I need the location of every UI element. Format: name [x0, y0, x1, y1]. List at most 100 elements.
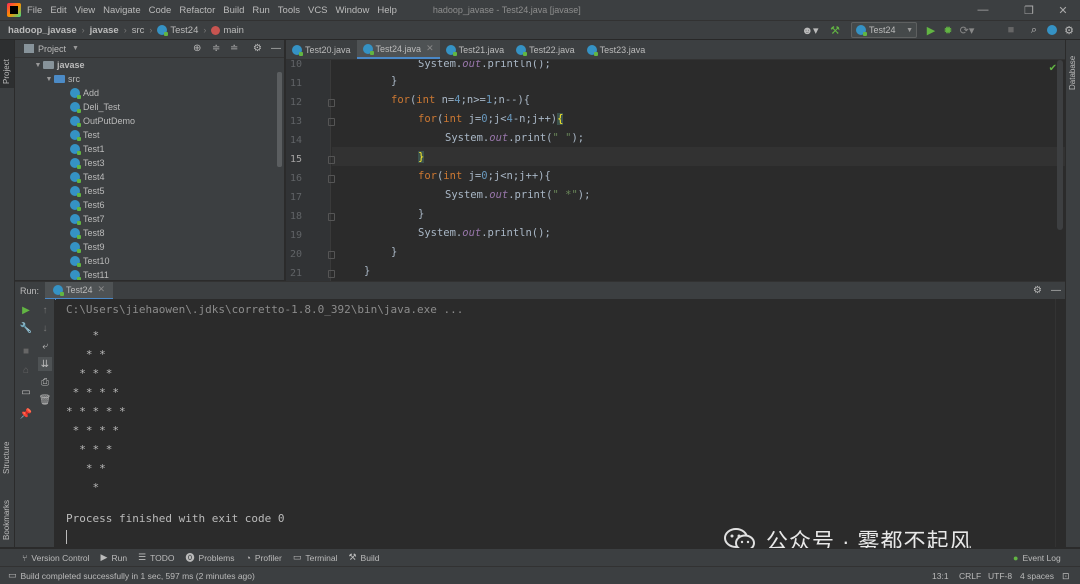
breadcrumb-src[interactable]: src	[132, 25, 145, 36]
tree-file[interactable]: Test11	[70, 268, 284, 280]
menu-build[interactable]: Build	[223, 5, 244, 16]
down-arrow-icon[interactable]: ↓	[38, 321, 52, 335]
stop-icon[interactable]: ■	[1005, 22, 1017, 38]
user-icon[interactable]: ☻▾	[800, 22, 820, 38]
menu-code[interactable]: Code	[149, 5, 172, 16]
menu-edit[interactable]: Edit	[50, 5, 66, 16]
tool-build[interactable]: ⚒ Build	[348, 552, 379, 563]
scroll-to-end-icon[interactable]: ⇊	[38, 357, 52, 371]
line-separator[interactable]: CRLF	[959, 567, 981, 584]
project-view-select[interactable]: Project	[38, 44, 66, 54]
restore-button[interactable]: ❐	[1012, 0, 1046, 20]
tool-terminal[interactable]: ▭ Terminal	[293, 552, 338, 563]
tree-file[interactable]: Deli_Test	[70, 100, 284, 114]
tab-test21[interactable]: Test21.java	[440, 40, 511, 59]
hammer-icon[interactable]: ⚒	[828, 22, 842, 38]
tree-file[interactable]: Test1	[70, 142, 284, 156]
bookmarks-tool-button[interactable]: Bookmarks	[2, 500, 11, 540]
tree-file[interactable]: Test6	[70, 198, 284, 212]
rerun-icon[interactable]: ▶	[19, 303, 33, 317]
tree-file[interactable]: Test7	[70, 212, 284, 226]
editor-scrollbar[interactable]	[1057, 60, 1063, 230]
expand-all-icon[interactable]: ≑	[212, 43, 220, 54]
fold-marker-icon[interactable]	[328, 175, 335, 183]
tool-event-log[interactable]: ● Event Log	[1013, 553, 1061, 563]
close-icon[interactable]: ✕	[426, 43, 434, 54]
collapse-all-icon[interactable]: ≐	[230, 43, 238, 54]
tab-test23[interactable]: Test23.java	[581, 40, 652, 59]
hide-icon[interactable]: —	[1051, 285, 1061, 296]
tree-file[interactable]: Test9	[70, 240, 284, 254]
menu-run[interactable]: Run	[252, 5, 269, 16]
wrench-icon[interactable]: 🔧	[19, 321, 33, 335]
tree-file[interactable]: Test8	[70, 226, 284, 240]
breadcrumb-class[interactable]: Test24	[157, 25, 198, 36]
menu-file[interactable]: File	[27, 5, 42, 16]
tool-run[interactable]: ▶ Run	[101, 552, 128, 563]
print-icon[interactable]: ⎙	[38, 375, 52, 389]
close-window-button[interactable]: ✕	[1046, 0, 1080, 20]
tool-problems[interactable]: ⓿ Problems	[186, 551, 235, 564]
update-icon[interactable]	[1046, 22, 1058, 38]
minimize-button[interactable]: —	[966, 0, 1000, 20]
tab-test22[interactable]: Test22.java	[510, 40, 581, 59]
tab-test24[interactable]: Test24.java ✕	[356, 40, 440, 59]
breadcrumb-module[interactable]: javase	[90, 25, 119, 36]
fold-marker-icon[interactable]	[328, 118, 335, 126]
stop-icon[interactable]: ■	[19, 344, 33, 358]
gear-icon[interactable]: ⚙	[1033, 285, 1042, 296]
tool-version-control[interactable]: ⑂ Version Control	[22, 553, 90, 563]
menu-window[interactable]: Window	[336, 5, 370, 16]
gear-icon[interactable]: ⚙	[253, 43, 262, 54]
search-everywhere-icon[interactable]: ⌕	[1028, 22, 1040, 38]
soft-wrap-icon[interactable]: ⤶	[38, 339, 52, 353]
fold-marker-icon[interactable]	[328, 156, 335, 164]
console-scrollbar[interactable]	[1055, 299, 1065, 547]
project-scrollbar[interactable]	[277, 72, 282, 167]
indent-setting[interactable]: 4 spaces	[1020, 567, 1054, 584]
tree-file[interactable]: Test4	[70, 170, 284, 184]
locate-icon[interactable]: ⊕	[193, 43, 201, 54]
fold-marker-icon[interactable]	[328, 213, 335, 221]
console-output[interactable]: C:\Users\jiehaowen\.jdks\corretto-1.8.0_…	[56, 299, 1065, 547]
tool-profiler[interactable]: ◔ Profiler	[245, 553, 281, 563]
chevron-down-icon[interactable]: ▼	[33, 62, 43, 69]
debug-icon[interactable]: ✹	[942, 22, 954, 38]
tree-module-javase[interactable]: ▼ javase	[33, 58, 284, 72]
run-icon[interactable]: ▶	[925, 22, 937, 38]
breadcrumb-project[interactable]: hadoop_javase	[8, 25, 77, 36]
settings-icon[interactable]: ⚙	[1063, 22, 1075, 38]
coverage-icon[interactable]: ⟳▾	[959, 22, 975, 38]
inspection-ok-icon[interactable]: ✔	[1049, 63, 1057, 74]
lock-icon[interactable]: ⊡	[1062, 567, 1070, 584]
tab-test20[interactable]: Test20.java	[286, 40, 357, 59]
menu-tools[interactable]: Tools	[278, 5, 300, 16]
code-editor[interactable]: 10 11 12 13 14 15 16 17 18 19 20 21 System.out.prin…	[286, 60, 1065, 281]
tree-file[interactable]: Test10	[70, 254, 284, 268]
tree-folder-src[interactable]: ▼ src	[33, 72, 284, 86]
tree-file[interactable]: Test3	[70, 156, 284, 170]
run-config-select[interactable]: Test24 ▼	[851, 22, 917, 38]
status-message[interactable]: Build completed successfully in 1 sec, 5…	[21, 571, 255, 581]
caret-position[interactable]: 13:1	[932, 567, 949, 584]
tree-file[interactable]: Test	[70, 128, 284, 142]
chevron-down-icon[interactable]: ▼	[72, 45, 79, 52]
breadcrumb-method[interactable]: main	[211, 25, 244, 36]
pin-icon[interactable]: 📌	[19, 407, 33, 421]
menu-navigate[interactable]: Navigate	[103, 5, 141, 16]
project-tool-button[interactable]: Project	[2, 59, 11, 84]
run-tab-test24[interactable]: Test24 ✕	[45, 281, 114, 300]
tree-file[interactable]: Add	[70, 86, 284, 100]
menu-view[interactable]: View	[75, 5, 95, 16]
tool-todo[interactable]: ☰ TODO	[138, 552, 174, 563]
up-arrow-icon[interactable]: ↑	[38, 303, 52, 317]
fold-marker-icon[interactable]	[328, 270, 335, 278]
trash-icon[interactable]: 🗑	[38, 393, 52, 407]
fold-marker-icon[interactable]	[328, 99, 335, 107]
tree-file[interactable]: OutPutDemo	[70, 114, 284, 128]
menu-help[interactable]: Help	[377, 5, 397, 16]
close-icon[interactable]: ✕	[98, 284, 106, 295]
layout-icon[interactable]: ▭	[19, 385, 33, 399]
tree-file[interactable]: Test5	[70, 184, 284, 198]
fold-marker-icon[interactable]	[328, 251, 335, 259]
